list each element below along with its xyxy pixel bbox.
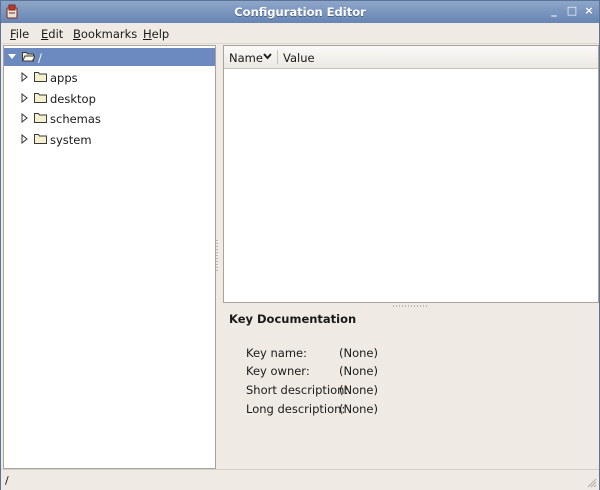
menu-bookmarks-label: ookmarks [80, 27, 138, 41]
column-label: Name [229, 51, 263, 65]
tree-item-schemas[interactable]: schemas [4, 109, 215, 127]
menu-bookmarks[interactable]: Bookmarks [73, 27, 137, 41]
folder-icon [34, 113, 47, 123]
tree-item-root[interactable]: / [4, 48, 215, 66]
menu-help-mnemonic: H [143, 27, 152, 41]
tree-item-system[interactable]: system [4, 130, 215, 148]
tree-item-label: apps [50, 71, 78, 85]
key-documentation-heading: Key Documentation [229, 312, 357, 326]
directory-tree[interactable]: / apps desktop schemas system [3, 45, 216, 469]
expanded-arrow-icon[interactable] [8, 52, 16, 62]
folder-icon [34, 134, 47, 144]
tree-item-label: desktop [50, 92, 96, 106]
window-title: Configuration Editor [234, 5, 366, 19]
collapsed-arrow-icon[interactable] [21, 113, 29, 123]
doc-field-value: (None) [339, 402, 378, 416]
status-bar: / [1, 469, 599, 490]
title-bar[interactable]: Configuration Editor _ □ × [1, 1, 599, 23]
menu-bar: File Edit Bookmarks Help [1, 23, 599, 44]
collapsed-arrow-icon[interactable] [21, 72, 29, 82]
menu-file[interactable]: File [10, 27, 29, 41]
menu-bookmarks-mnemonic: B [73, 27, 81, 41]
doc-field-value: (None) [339, 346, 378, 360]
menu-file-label: ile [15, 27, 30, 41]
resize-grip-icon[interactable] [585, 476, 597, 488]
folder-icon [34, 93, 47, 103]
tree-item-label: / [38, 51, 42, 65]
column-header-value[interactable]: Value [278, 46, 596, 68]
pane-splitter-vertical[interactable] [215, 45, 221, 467]
tree-item-desktop[interactable]: desktop [4, 89, 215, 107]
doc-field-label: Short description: [246, 383, 349, 397]
status-path: / [5, 474, 9, 487]
menu-edit[interactable]: Edit [41, 27, 63, 41]
menu-help[interactable]: Help [143, 27, 169, 41]
splitter-grip[interactable] [216, 240, 218, 272]
key-value-table[interactable]: Name Value [223, 45, 599, 303]
maximize-button[interactable]: □ [565, 4, 579, 18]
configuration-editor-window: Configuration Editor _ □ × File Edit Boo… [0, 0, 600, 490]
minimize-button[interactable]: _ [547, 4, 561, 18]
sort-descending-icon [263, 53, 272, 60]
open-folder-icon [22, 52, 35, 62]
folder-icon [34, 72, 47, 82]
pane-splitter-horizontal[interactable] [223, 303, 599, 309]
splitter-grip[interactable] [393, 305, 429, 307]
column-header-name[interactable]: Name [224, 46, 276, 68]
table-header: Name Value [224, 46, 598, 69]
tree-item-label: schemas [50, 112, 101, 126]
menu-help-label: elp [151, 27, 170, 41]
close-button[interactable]: × [582, 4, 596, 18]
doc-field-label: Long description: [246, 402, 346, 416]
collapsed-arrow-icon[interactable] [21, 134, 29, 144]
doc-field-label: Key owner: [246, 364, 310, 378]
tree-item-label: system [50, 133, 92, 147]
column-label: Value [283, 51, 315, 65]
menu-edit-label: dit [48, 27, 64, 41]
doc-field-value: (None) [339, 364, 378, 378]
doc-field-label: Key name: [246, 346, 307, 360]
tree-item-apps[interactable]: apps [4, 68, 215, 86]
collapsed-arrow-icon[interactable] [21, 93, 29, 103]
doc-field-value: (None) [339, 383, 378, 397]
